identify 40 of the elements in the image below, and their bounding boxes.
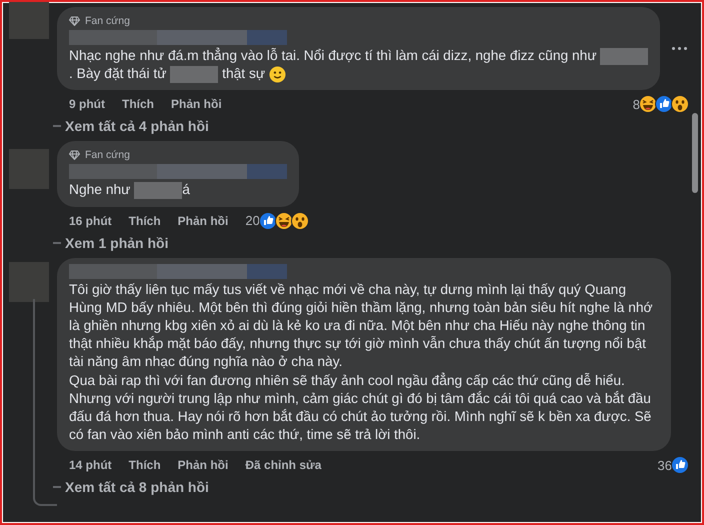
scrollbar-thumb[interactable] [692,113,698,193]
view-replies-link[interactable]: Xem tất cả 8 phản hồi [65,479,209,496]
avatar[interactable] [9,262,49,302]
surprised-reaction-icon [290,212,309,230]
like-link[interactable]: Thích [128,458,161,472]
like-link[interactable]: Thích [122,97,154,112]
comment-time: 14 phút [69,458,112,472]
reaction-count: 36 [658,458,672,473]
view-replies-link[interactable]: Xem tất cả 4 phản hồi [65,118,209,134]
edited-label: Đã chỉnh sửa [245,458,322,472]
smiley-emoji [268,66,286,84]
diamond-icon [69,150,80,160]
comment-time: 16 phút [69,214,112,228]
like-reaction-icon [258,212,277,230]
avatar[interactable] [9,2,49,39]
surprised-reaction-icon [671,95,689,114]
redacted-text [600,48,648,65]
reaction-count: 8 [632,96,640,112]
laughing-reaction-icon [274,212,293,230]
diamond-icon [69,16,80,26]
comment-text: . Bày đặt thái tử thật sự [69,65,648,84]
badge-label: Fan cứng [85,149,130,162]
comment-time: 9 phút [69,97,105,112]
redacted-text [134,182,182,200]
avatar[interactable] [9,149,49,190]
view-replies-link[interactable]: Xem 1 phản hồi [65,234,168,251]
like-reaction-icon [655,95,673,114]
reply-link[interactable]: Phản hồi [171,97,222,112]
like-reaction-icon [671,456,689,474]
badge-label: Fan cứng [85,15,130,27]
comment-text: Tôi giờ thấy liên tục mấy tus viết về nhạc mới về cha này, tự dưng mình lại thấy quý Quang Hùng MD bấy nhiêu. Một bên thì đúng giỏi hiền thầm lặng, nhưng toàn bản siêu hít nghe là nhớ là ghiền nhưng kbg xiên xỏ ai dù là kẻ ko ưa đi nữa. Một bên như cha Hiếu này nghe thông tin thật nhiều khắp mặt báo đấy, nhưng thực sự tới giờ mình vẫn chưa thấy chút ấn tượng nổi bật tài năng âm nhạc đúng nghĩa nào ở cha này. [69,280,654,372]
comment-text: Nhạc nghe như đá.m thẳng vào lỗ tai. Nổi được tí thì làm cái dizz, nghe đizz cũng như [69,47,648,66]
reply-link[interactable]: Phản hồi [178,458,228,472]
laughing-reaction-icon [639,95,657,114]
reaction-count: 20 [245,213,260,228]
comment-text: Nghe như á [69,181,191,200]
like-link[interactable]: Thích [128,214,161,228]
reply-link[interactable]: Phản hồi [178,214,228,228]
comment-text: Qua bài rap thì với fan đương nhiên sẽ thấy ảnh cool ngầu đẳng cấp các thứ cũng dễ hiểu. Nhưng với người trung lập như mình, cảm giác chút gì đó bị tâm đắc cái tôi quá cao và bắt đầu đấu đá hơn thua. Hay nói rõ hơn bắt đầu có chút ảo tưởng rồi. Mình nghĩ sẽ k bền xa được. Sẽ có fan vào xiên bảo mình anti các thứ, time sẽ trả lời thôi. [69,372,652,444]
redacted-text [170,66,218,84]
